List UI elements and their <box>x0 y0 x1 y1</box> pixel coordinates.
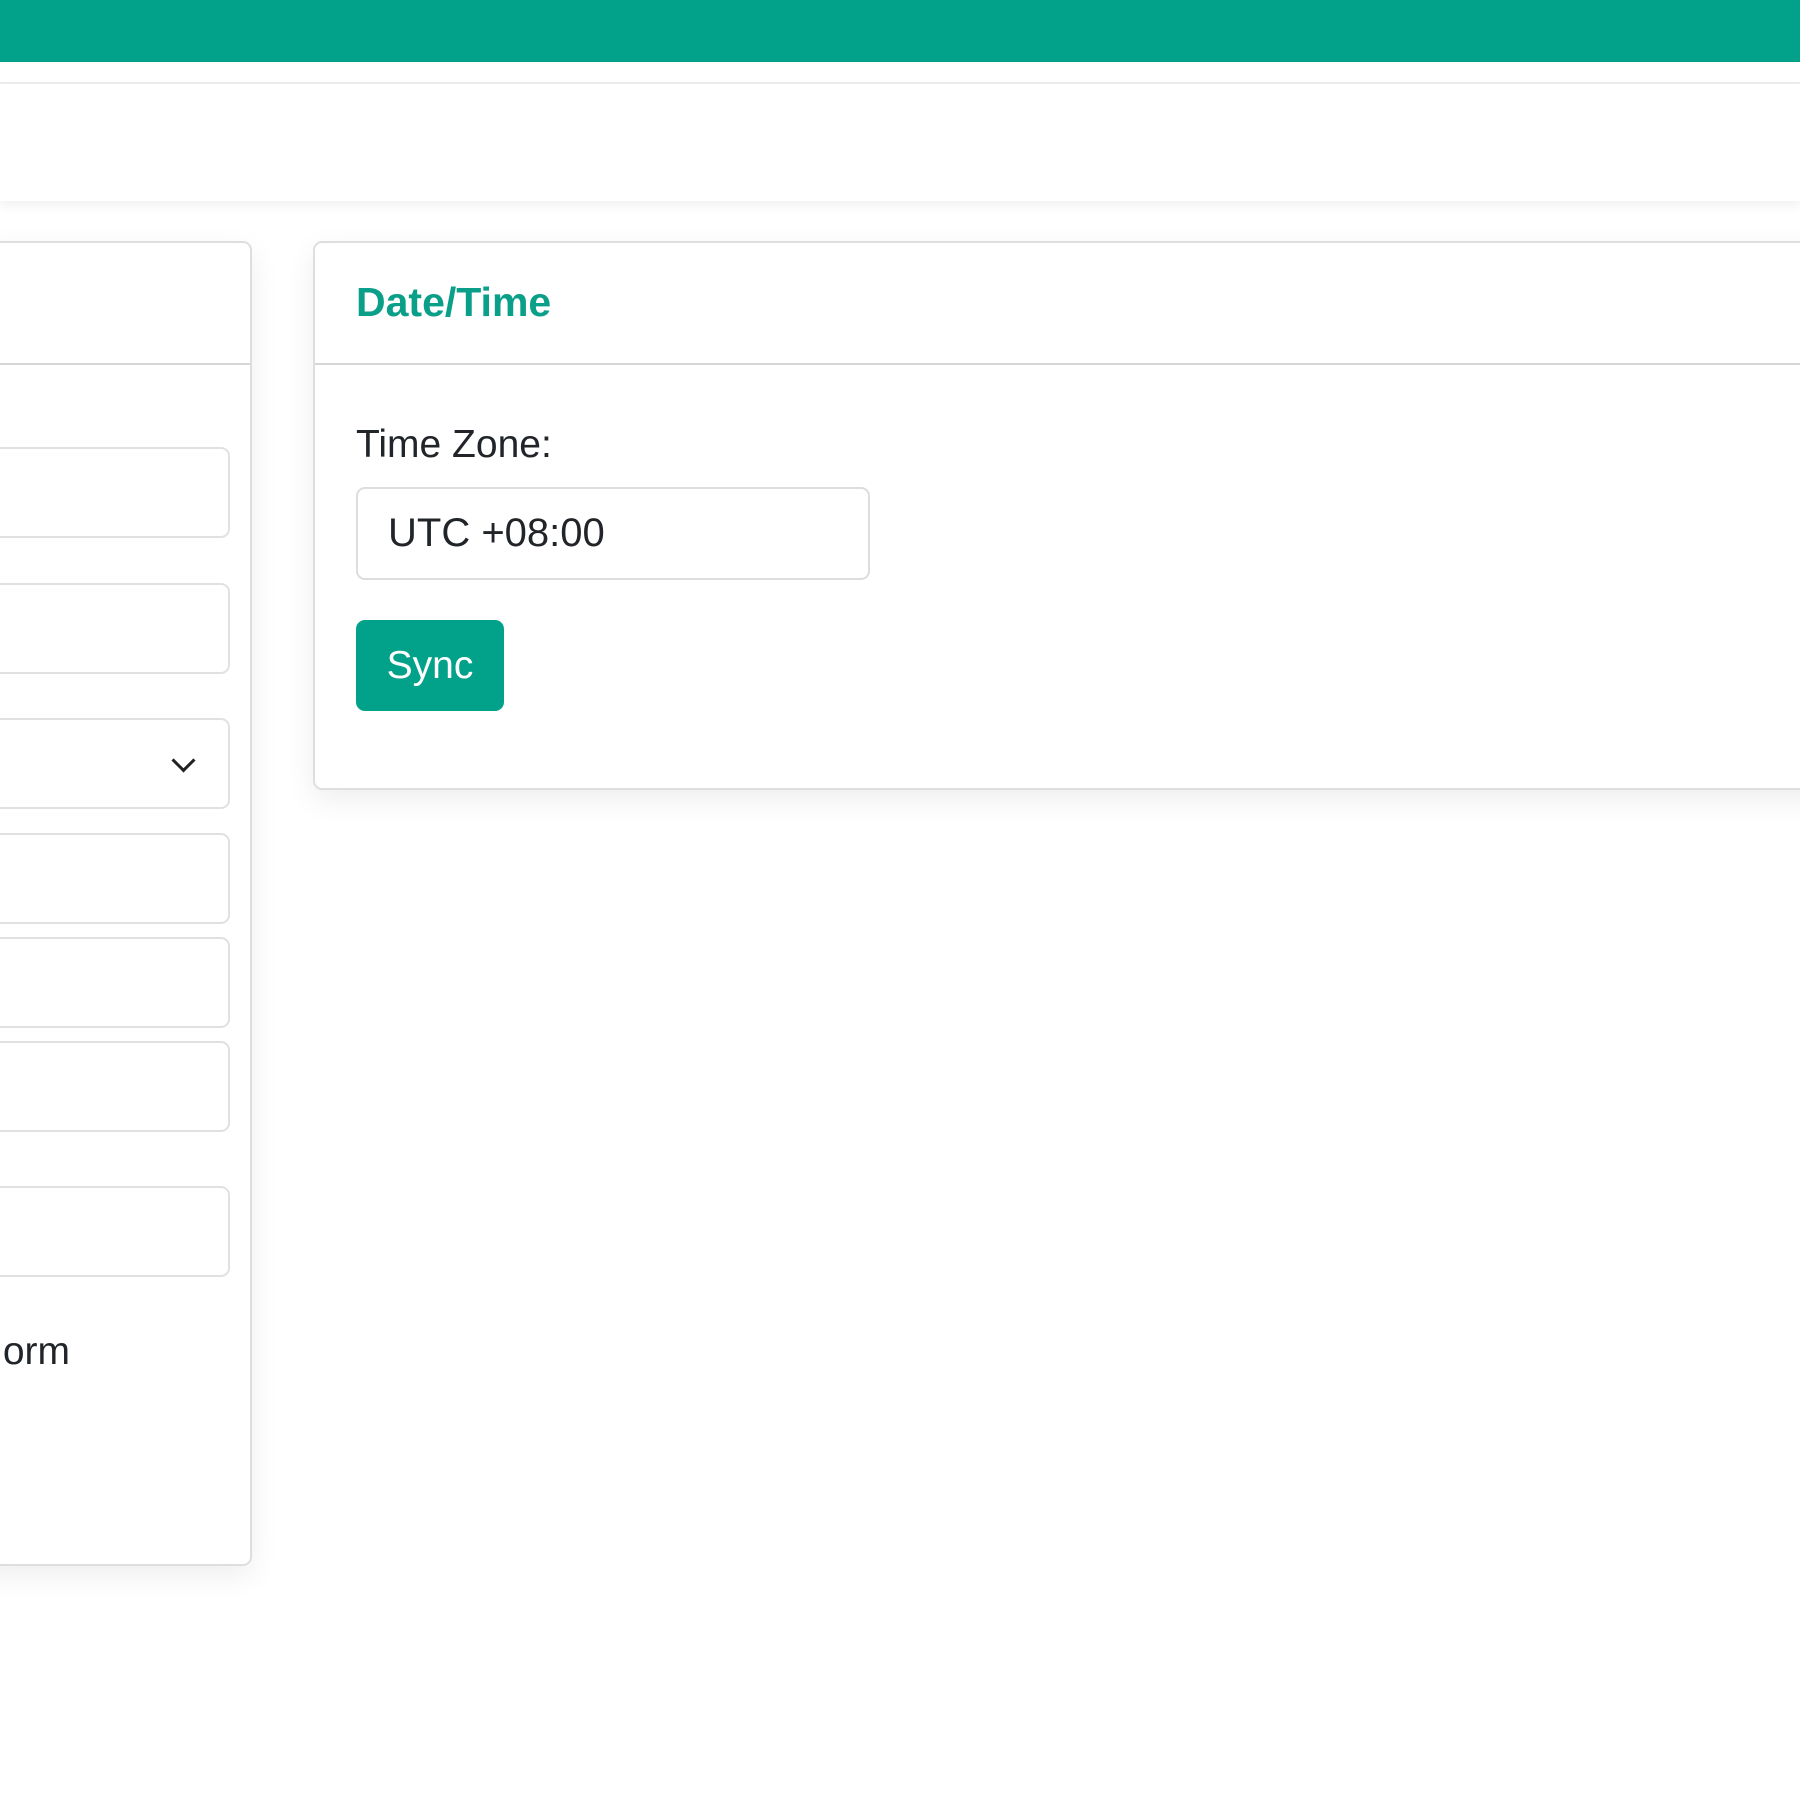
left-field-2[interactable] <box>0 583 230 674</box>
left-field-6[interactable] <box>0 1041 230 1132</box>
card-divider <box>315 363 1800 365</box>
left-field-7[interactable] <box>0 1186 230 1277</box>
top-nav-bar <box>0 0 1800 62</box>
left-field-5[interactable] <box>0 937 230 1028</box>
left-select-field[interactable] <box>0 718 230 809</box>
left-field-1[interactable] <box>0 447 230 538</box>
chevron-down-icon <box>171 748 196 773</box>
timezone-input[interactable] <box>356 487 870 580</box>
datetime-card: Date/Time Time Zone: Sync <box>313 241 1800 790</box>
timezone-label: Time Zone: <box>356 423 552 466</box>
card-title: Date/Time <box>356 279 552 325</box>
page-root: orm Date/Time Time Zone: Sync <box>0 0 1800 1800</box>
sync-button[interactable]: Sync <box>356 620 504 711</box>
sub-header <box>0 82 1800 201</box>
left-card-text: orm <box>2 1330 70 1373</box>
left-field-4[interactable] <box>0 833 230 924</box>
card-divider <box>0 363 250 365</box>
